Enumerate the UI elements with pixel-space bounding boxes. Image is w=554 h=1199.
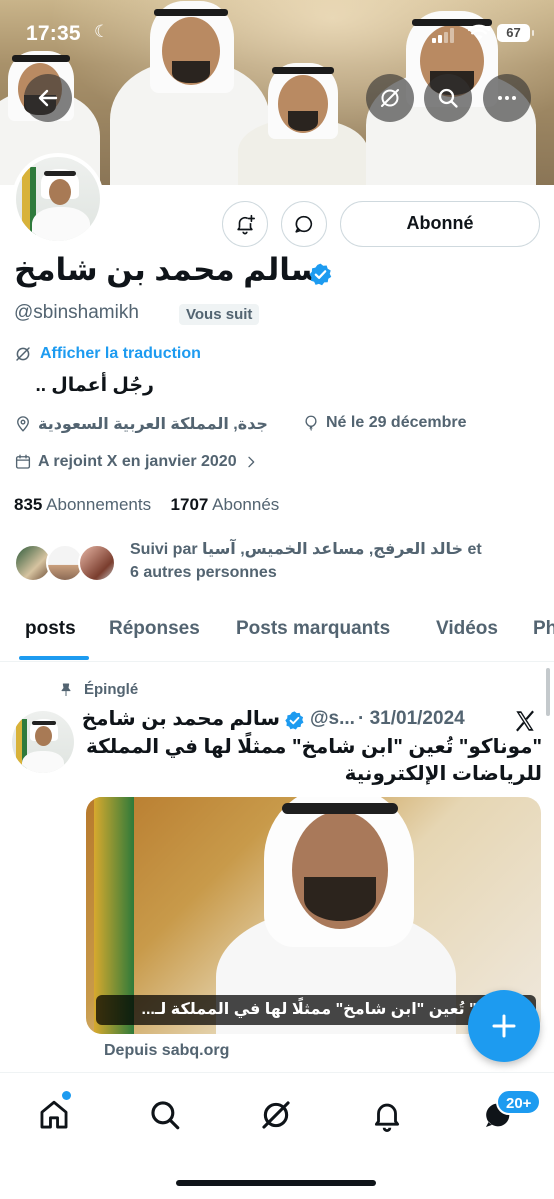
profile-avatar[interactable] bbox=[12, 153, 104, 245]
chevron-right-icon bbox=[247, 456, 254, 468]
banner-person bbox=[238, 61, 368, 185]
followers-label: Abonnés bbox=[212, 495, 280, 514]
following-count: 835 bbox=[14, 495, 43, 514]
search-icon bbox=[438, 88, 458, 108]
calendar-icon bbox=[15, 454, 31, 469]
profile-bio: رجُل أعمال .. bbox=[35, 375, 154, 396]
post-date[interactable]: · 31/01/2024 bbox=[358, 708, 465, 730]
verified-badge-icon[interactable] bbox=[308, 262, 333, 287]
nav-grok[interactable] bbox=[256, 1095, 296, 1135]
grok-icon bbox=[381, 89, 399, 107]
status-bar: 17:35 ☾ 67 bbox=[0, 0, 554, 66]
link-card-source[interactable]: Depuis sabq.org bbox=[104, 1042, 229, 1060]
plus-icon bbox=[492, 1014, 516, 1038]
translate-icon bbox=[16, 347, 30, 361]
active-tab-indicator bbox=[19, 656, 89, 660]
profile-birthday: Né le 29 décembre bbox=[302, 414, 467, 432]
notifications-icon bbox=[374, 1103, 400, 1132]
followers-count: 1707 bbox=[170, 495, 209, 514]
post-text: "موناكو" تُعين "ابن شامخ" ممثلًا لها في … bbox=[85, 736, 542, 785]
more-button[interactable] bbox=[483, 74, 531, 122]
notify-button[interactable] bbox=[222, 201, 268, 247]
profile-tabs: posts Réponses Posts marquants Vidéos Ph bbox=[0, 604, 554, 662]
followed-by-text: Suivi par خالد العرفج, مساعد الخميس, آسي… bbox=[130, 538, 530, 584]
followed-by[interactable]: Suivi par خالد العرفج, مساعد الخميس, آسي… bbox=[14, 538, 534, 590]
follower-avatar bbox=[78, 544, 116, 582]
scrollbar[interactable] bbox=[546, 668, 550, 716]
following-label: Abonnements bbox=[46, 495, 152, 514]
tab-posts[interactable]: posts bbox=[25, 618, 76, 640]
followed-by-line1: Suivi par خالد العرفج, مساعد الخميس, آسي… bbox=[130, 541, 482, 558]
wifi-icon bbox=[468, 24, 490, 41]
grok-button[interactable] bbox=[366, 74, 414, 122]
following-button[interactable]: Abonné bbox=[340, 201, 540, 247]
battery-indicator: 67 bbox=[497, 24, 534, 42]
tab-photos[interactable]: Ph bbox=[533, 618, 554, 640]
birthday-icon bbox=[305, 415, 317, 431]
tab-highlights[interactable]: Posts marquants bbox=[236, 618, 390, 640]
message-button[interactable] bbox=[281, 201, 327, 247]
grok-nav-icon bbox=[262, 1101, 290, 1129]
notification-badge: 20+ bbox=[496, 1089, 542, 1115]
profile-name: سالم محمد بن شامخ bbox=[14, 252, 322, 287]
profile-location: جدة, المملكة العربية السعودية bbox=[14, 414, 268, 434]
location-pin-icon bbox=[17, 416, 29, 432]
home-indicator[interactable] bbox=[176, 1180, 376, 1186]
post-verified-badge-icon bbox=[285, 711, 304, 730]
message-icon bbox=[295, 215, 313, 233]
focus-moon-icon: ☾ bbox=[94, 22, 110, 41]
pinned-text: Épinglé bbox=[84, 681, 139, 698]
followed-by-line2: 6 autres personnes bbox=[130, 564, 277, 581]
post-author-name[interactable]: سالم محمد بن شامخ bbox=[82, 706, 280, 731]
explore-icon bbox=[151, 1101, 180, 1130]
pinned-label: Épinglé bbox=[58, 681, 138, 698]
cellular-signal-icon bbox=[432, 27, 456, 43]
status-time: 17:35 bbox=[26, 22, 81, 45]
birthday-text: Né le 29 décembre bbox=[326, 414, 467, 431]
search-button[interactable] bbox=[424, 74, 472, 122]
tab-replies[interactable]: Réponses bbox=[109, 618, 200, 640]
follows-you-badge: Vous suit bbox=[179, 304, 260, 325]
back-arrow-icon bbox=[38, 89, 58, 107]
home-icon bbox=[40, 1100, 68, 1129]
translate-label: Afficher la traduction bbox=[40, 345, 201, 362]
joined-text: A rejoint X en janvier 2020 bbox=[38, 453, 237, 470]
nav-notifications[interactable] bbox=[367, 1095, 407, 1135]
tab-videos[interactable]: Vidéos bbox=[436, 618, 498, 640]
compose-button[interactable] bbox=[468, 990, 540, 1062]
nav-home[interactable] bbox=[34, 1095, 74, 1135]
post-author-avatar[interactable] bbox=[12, 711, 74, 773]
follow-counts: 835 Abonnements 1707 Abonnés bbox=[14, 495, 279, 515]
more-icon bbox=[498, 96, 516, 100]
home-new-dot bbox=[62, 1091, 71, 1100]
profile-handle: @sbinshamikh bbox=[14, 302, 139, 323]
nav-explore[interactable] bbox=[145, 1095, 185, 1135]
bell-plus-icon bbox=[237, 214, 255, 235]
location-text: جدة, المملكة العربية السعودية bbox=[38, 416, 268, 433]
back-button[interactable] bbox=[24, 74, 72, 122]
pin-icon bbox=[61, 683, 71, 696]
translate-link[interactable]: Afficher la traduction bbox=[14, 345, 201, 363]
x-logo-icon bbox=[516, 710, 534, 732]
followers-link[interactable]: 1707 Abonnés bbox=[171, 495, 280, 514]
following-link[interactable]: 835 Abonnements bbox=[14, 495, 151, 514]
profile-joined: A rejoint X en janvier 2020 bbox=[14, 453, 259, 471]
post-author-handle[interactable]: @s... bbox=[310, 708, 355, 730]
